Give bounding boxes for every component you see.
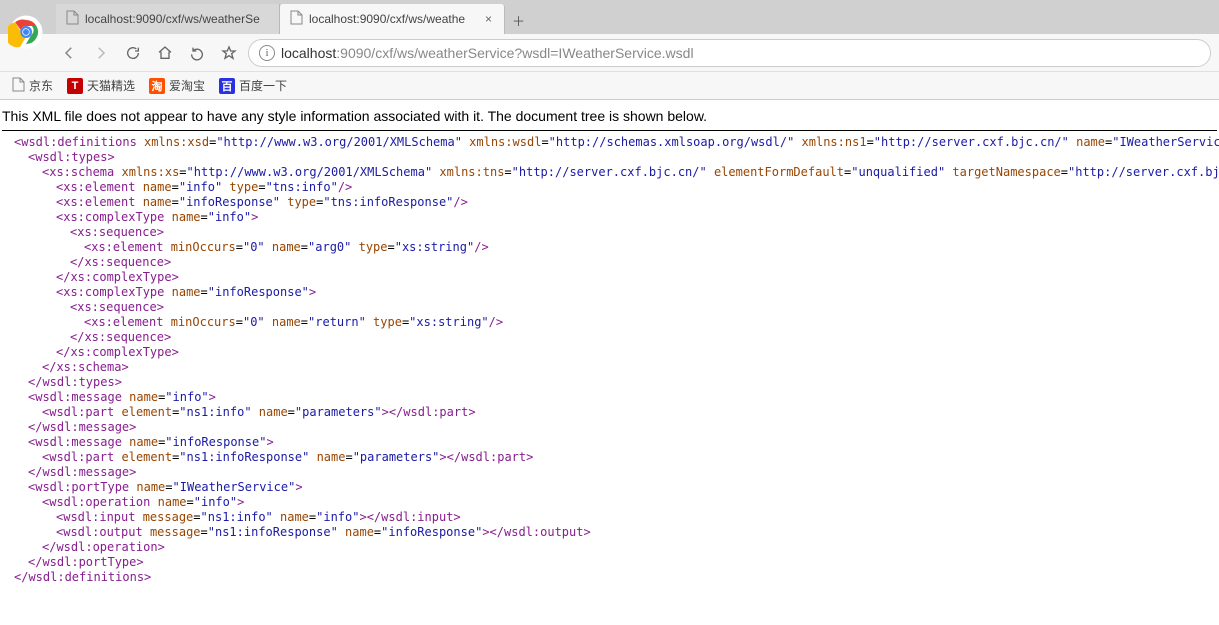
xml-line[interactable]: <wsdl:input message="ns1:info" name="inf… — [0, 510, 1219, 525]
forward-button[interactable] — [88, 40, 114, 66]
tab-title: localhost:9090/cxf/ws/weatherSe — [85, 12, 269, 26]
tab-title: localhost:9090/cxf/ws/weathe — [309, 12, 483, 26]
new-tab-button[interactable]: ＋ — [504, 6, 532, 34]
xml-line[interactable]: ▼<xs:complexType name="info"> — [0, 210, 1219, 225]
xml-line[interactable]: <xs:element minOccurs="0" name="return" … — [0, 315, 1219, 330]
browser-toolbar: i localhost:9090/cxf/ws/weatherService?w… — [0, 34, 1219, 72]
browser-titlebar: localhost:9090/cxf/ws/weatherSe localhos… — [0, 0, 1219, 34]
xml-line[interactable]: </xs:complexType> — [0, 270, 1219, 285]
address-path: :9090/cxf/ws/weatherService?wsdl=IWeathe… — [336, 45, 693, 61]
xml-line[interactable]: <wsdl:part element="ns1:info" name="para… — [0, 405, 1219, 420]
separator — [2, 130, 1217, 131]
xml-line[interactable]: </wsdl:portType> — [0, 555, 1219, 570]
xml-line[interactable]: </xs:sequence> — [0, 255, 1219, 270]
file-icon — [66, 10, 79, 28]
xml-line[interactable]: ▼<wsdl:operation name="info"> — [0, 495, 1219, 510]
bookmarks-bar: 京东 T天猫精选 淘爱淘宝 百百度一下 — [0, 72, 1219, 100]
close-tab-icon[interactable]: × — [483, 12, 494, 26]
xml-line[interactable]: <wsdl:output message="ns1:infoResponse" … — [0, 525, 1219, 540]
xml-line[interactable]: ▼<xs:complexType name="infoResponse"> — [0, 285, 1219, 300]
xml-line[interactable]: </wsdl:definitions> — [0, 570, 1219, 585]
xml-line[interactable]: </xs:sequence> — [0, 330, 1219, 345]
home-button[interactable] — [152, 40, 178, 66]
xml-line[interactable]: </wsdl:message> — [0, 420, 1219, 435]
bookmark-taobao[interactable]: 淘爱淘宝 — [145, 75, 209, 96]
browser-tab-1[interactable]: localhost:9090/cxf/ws/weatherSe — [56, 4, 280, 34]
baidu-icon: 百 — [219, 78, 235, 94]
xml-line[interactable]: <xs:element name="info" type="tns:info"/… — [0, 180, 1219, 195]
xml-line[interactable]: </xs:schema> — [0, 360, 1219, 375]
back-button[interactable] — [56, 40, 82, 66]
info-icon[interactable]: i — [259, 45, 275, 61]
xml-line[interactable]: </wsdl:operation> — [0, 540, 1219, 555]
browser-tab-2[interactable]: localhost:9090/cxf/ws/weathe × — [280, 4, 504, 34]
bookmark-jd[interactable]: 京东 — [8, 75, 57, 97]
address-bar[interactable]: i localhost:9090/cxf/ws/weatherService?w… — [248, 39, 1211, 67]
xml-line[interactable]: ▼<xs:schema xmlns:xs="http://www.w3.org/… — [0, 165, 1219, 180]
star-button[interactable] — [216, 40, 242, 66]
xml-line[interactable]: ▼<wsdl:definitions xmlns:xsd="http://www… — [0, 135, 1219, 150]
reload-button[interactable] — [120, 40, 146, 66]
file-icon — [12, 77, 25, 95]
bookmark-baidu[interactable]: 百百度一下 — [215, 75, 291, 96]
xml-line[interactable]: <xs:element minOccurs="0" name="arg0" ty… — [0, 240, 1219, 255]
tmall-icon: T — [67, 78, 83, 94]
xml-line[interactable]: ▼<xs:sequence> — [0, 225, 1219, 240]
xml-line[interactable]: ▼<wsdl:types> — [0, 150, 1219, 165]
address-host: localhost — [281, 45, 336, 61]
xml-line[interactable]: </wsdl:types> — [0, 375, 1219, 390]
xml-line[interactable]: </wsdl:message> — [0, 465, 1219, 480]
undo-button[interactable] — [184, 40, 210, 66]
xml-line[interactable]: ▼<wsdl:message name="info"> — [0, 390, 1219, 405]
xml-line[interactable]: ▼<wsdl:portType name="IWeatherService"> — [0, 480, 1219, 495]
xml-line[interactable]: ▼<wsdl:message name="infoResponse"> — [0, 435, 1219, 450]
bookmark-tmall[interactable]: T天猫精选 — [63, 75, 139, 96]
xml-line[interactable]: <xs:element name="infoResponse" type="tn… — [0, 195, 1219, 210]
xml-tree: ▼<wsdl:definitions xmlns:xsd="http://www… — [0, 135, 1219, 585]
taobao-icon: 淘 — [149, 78, 165, 94]
file-icon — [290, 10, 303, 28]
xml-line[interactable]: ▼<xs:sequence> — [0, 300, 1219, 315]
xml-line[interactable]: <wsdl:part element="ns1:infoResponse" na… — [0, 450, 1219, 465]
xml-style-notice: This XML file does not appear to have an… — [0, 100, 1219, 130]
chrome-logo-icon — [8, 14, 44, 50]
browser-tabs: localhost:9090/cxf/ws/weatherSe localhos… — [56, 0, 532, 34]
xml-line[interactable]: </xs:complexType> — [0, 345, 1219, 360]
